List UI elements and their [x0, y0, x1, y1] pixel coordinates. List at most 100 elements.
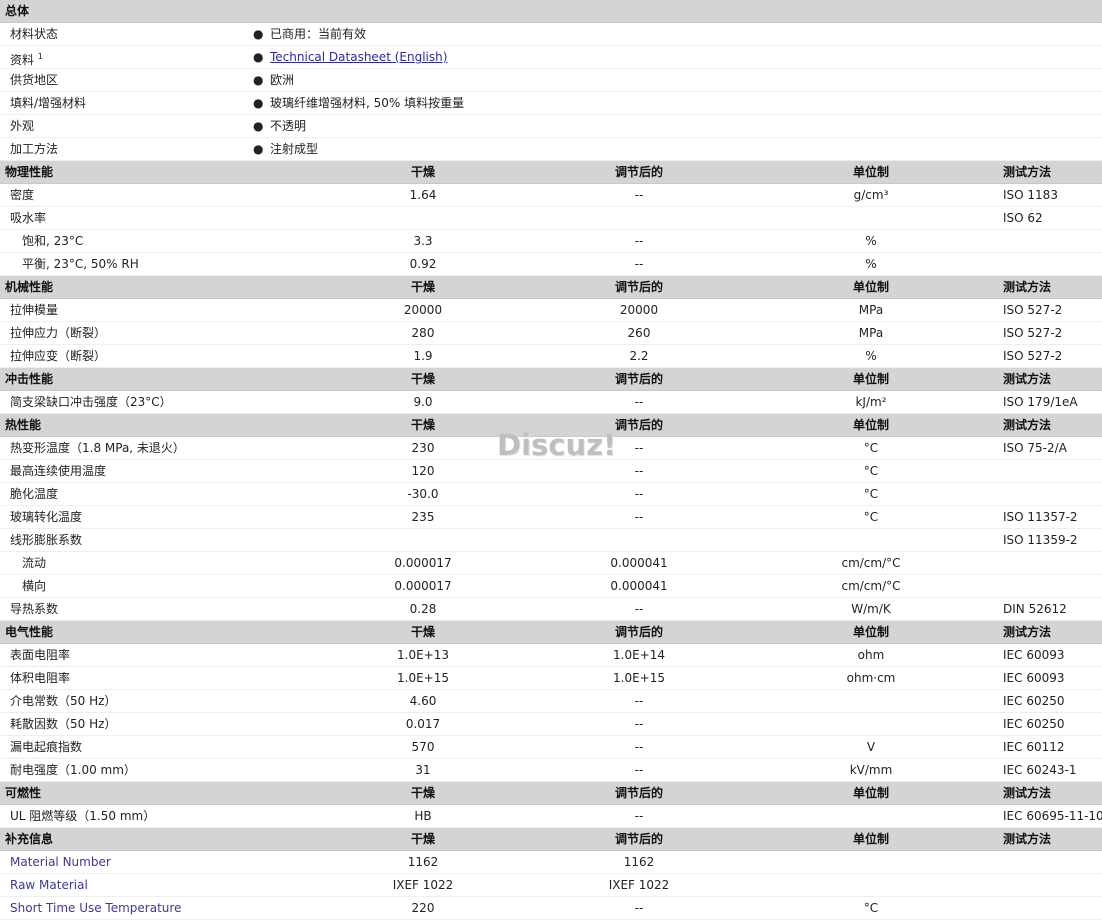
value-conditioned: -- — [634, 395, 644, 409]
general-label-text: 供货地区 — [10, 73, 59, 87]
general-label: 供货地区 — [10, 69, 58, 91]
column-header-method: 测试方法 — [1003, 832, 1052, 846]
value-unit: V — [866, 740, 876, 754]
value-unit: W/m/K — [851, 602, 891, 616]
general-label-text: 填料/增强材料 — [10, 96, 87, 110]
section-title: 补充信息 — [5, 832, 54, 846]
column-header-conditioned: 调节后的 — [614, 280, 664, 294]
value-conditioned: 1.0E+15 — [613, 671, 665, 685]
value-unit: °C — [863, 441, 879, 455]
general-row: 供货地区 ● 欧洲 — [0, 69, 1102, 92]
general-label: 外观 — [10, 115, 34, 137]
value-dry: 20000 — [403, 303, 443, 317]
test-method: ISO 62 — [1003, 211, 1043, 225]
general-row: 填料/增强材料 ● 玻璃纤维增强材料, 50% 填料按重量 — [0, 92, 1102, 115]
test-method: IEC 60250 — [1003, 717, 1065, 731]
value-conditioned: 1162 — [623, 855, 655, 869]
section-title: 机械性能 — [5, 280, 54, 294]
general-value: 注射成型 — [270, 142, 319, 156]
property-row: 密度 1.64 -- g/cm³ ISO 1183 — [0, 184, 1102, 207]
section-title: 总体 — [5, 4, 30, 18]
test-method: IEC 60243-1 — [1003, 763, 1077, 777]
general-row: 资料 1 ● Technical Datasheet (English) — [0, 46, 1102, 69]
column-header-unit: 单位制 — [852, 786, 890, 800]
property-row: 拉伸模量 20000 20000 MPa ISO 527-2 — [0, 299, 1102, 322]
test-method: IEC 60250 — [1003, 694, 1065, 708]
value-unit: g/cm³ — [853, 188, 889, 202]
value-dry: 235 — [411, 510, 435, 524]
property-row: Short Time Use Temperature 220 -- °C — [0, 897, 1102, 920]
property-row: 耐电强度（1.00 mm） 31 -- kV/mm IEC 60243-1 — [0, 759, 1102, 782]
property-row: 最高连续使用温度 120 -- °C — [0, 460, 1102, 483]
value-unit: ohm·cm — [846, 671, 896, 685]
value-conditioned: -- — [634, 464, 644, 478]
property-row: 饱和, 23°C 3.3 --% — [0, 230, 1102, 253]
property-name: Material Number — [10, 855, 111, 869]
value-unit: ohm — [857, 648, 885, 662]
section-header: 冲击性能 干燥 调节后的 单位制 测试方法 — [0, 368, 1102, 391]
property-name: 热变形温度（1.8 MPa, 未退火） — [10, 441, 185, 455]
general-value: 已商用：当前有效 — [270, 27, 367, 41]
column-header-unit: 单位制 — [852, 418, 890, 432]
value-conditioned: -- — [634, 441, 644, 455]
test-method: ISO 527-2 — [1003, 303, 1063, 317]
datasheet-link[interactable]: Technical Datasheet (English) — [270, 46, 447, 68]
general-label: 材料状态 — [10, 23, 58, 45]
column-header-unit: 单位制 — [852, 280, 890, 294]
value-unit: kJ/m² — [855, 395, 887, 409]
value-unit: °C — [863, 510, 879, 524]
property-name: 介电常数（50 Hz） — [10, 694, 117, 708]
value-conditioned: 1.0E+14 — [613, 648, 665, 662]
value-dry: HB — [414, 809, 432, 823]
property-name: 导热系数 — [10, 602, 59, 616]
column-header-dry: 干燥 — [410, 280, 436, 294]
property-row: 玻璃转化温度 235 -- °C ISO 11357-2 — [0, 506, 1102, 529]
general-label-text: 加工方法 — [10, 142, 59, 156]
property-row: 体积电阻率 1.0E+15 1.0E+15 ohm·cm IEC 60093 — [0, 667, 1102, 690]
value-dry: 1.0E+13 — [397, 648, 449, 662]
value-unit: % — [865, 349, 877, 363]
property-row: 简支梁缺口冲击强度（23°C） 9.0 -- kJ/m² ISO 179/1eA — [0, 391, 1102, 414]
test-method: ISO 11359-2 — [1003, 533, 1078, 547]
column-header-conditioned: 调节后的 — [614, 372, 664, 386]
value-conditioned: 0.000041 — [610, 579, 668, 593]
column-header-method: 测试方法 — [1003, 280, 1052, 294]
general-label-text: 资料 — [10, 53, 35, 67]
property-name: 耗散因数（50 Hz） — [10, 717, 117, 731]
test-method: ISO 1183 — [1003, 188, 1058, 202]
value-dry: 220 — [411, 901, 435, 915]
property-name: Short Time Use Temperature — [10, 901, 182, 915]
column-header-dry: 干燥 — [410, 372, 436, 386]
value-dry: 1.64 — [409, 188, 437, 202]
property-row: 介电常数（50 Hz） 4.60 -- IEC 60250 — [0, 690, 1102, 713]
value-unit: MPa — [858, 303, 884, 317]
value-dry: 280 — [411, 326, 435, 340]
general-label-text: 外观 — [10, 119, 35, 133]
property-row: 流动 0.000017 0.000041 cm/cm/°C — [0, 552, 1102, 575]
property-row: 线形膨胀系数 ISO 11359-2 — [0, 529, 1102, 552]
value-conditioned: 0.000041 — [610, 556, 668, 570]
value-conditioned: -- — [634, 487, 644, 501]
value-conditioned: -- — [634, 694, 644, 708]
bullet-icon: ● — [253, 119, 264, 133]
value-unit: % — [865, 257, 877, 271]
column-header-conditioned: 调节后的 — [614, 786, 664, 800]
general-label: 加工方法 — [10, 138, 58, 160]
property-name: 脆化温度 — [10, 487, 59, 501]
test-method: ISO 527-2 — [1003, 326, 1063, 340]
value-conditioned: -- — [634, 602, 644, 616]
value-unit: % — [865, 234, 877, 248]
property-row: 拉伸应力（断裂） 280 260 MPa ISO 527-2 — [0, 322, 1102, 345]
test-method: ISO 11357-2 — [1003, 510, 1078, 524]
property-name: 拉伸应力（断裂） — [10, 326, 107, 340]
property-name: 平衡, 23°C, 50% RH — [22, 257, 139, 271]
value-conditioned: -- — [634, 901, 644, 915]
property-name: 拉伸应变（断裂） — [10, 349, 107, 363]
value-conditioned: 2.2 — [629, 349, 649, 363]
bullet-icon: ● — [253, 142, 264, 156]
section-header: 电气性能 干燥 调节后的 单位制 测试方法 — [0, 621, 1102, 644]
property-row: 吸水率 ISO 62 — [0, 207, 1102, 230]
value-unit: °C — [863, 487, 879, 501]
section-header: 可燃性 干燥 调节后的 单位制 测试方法 — [0, 782, 1102, 805]
value-conditioned: -- — [634, 740, 644, 754]
